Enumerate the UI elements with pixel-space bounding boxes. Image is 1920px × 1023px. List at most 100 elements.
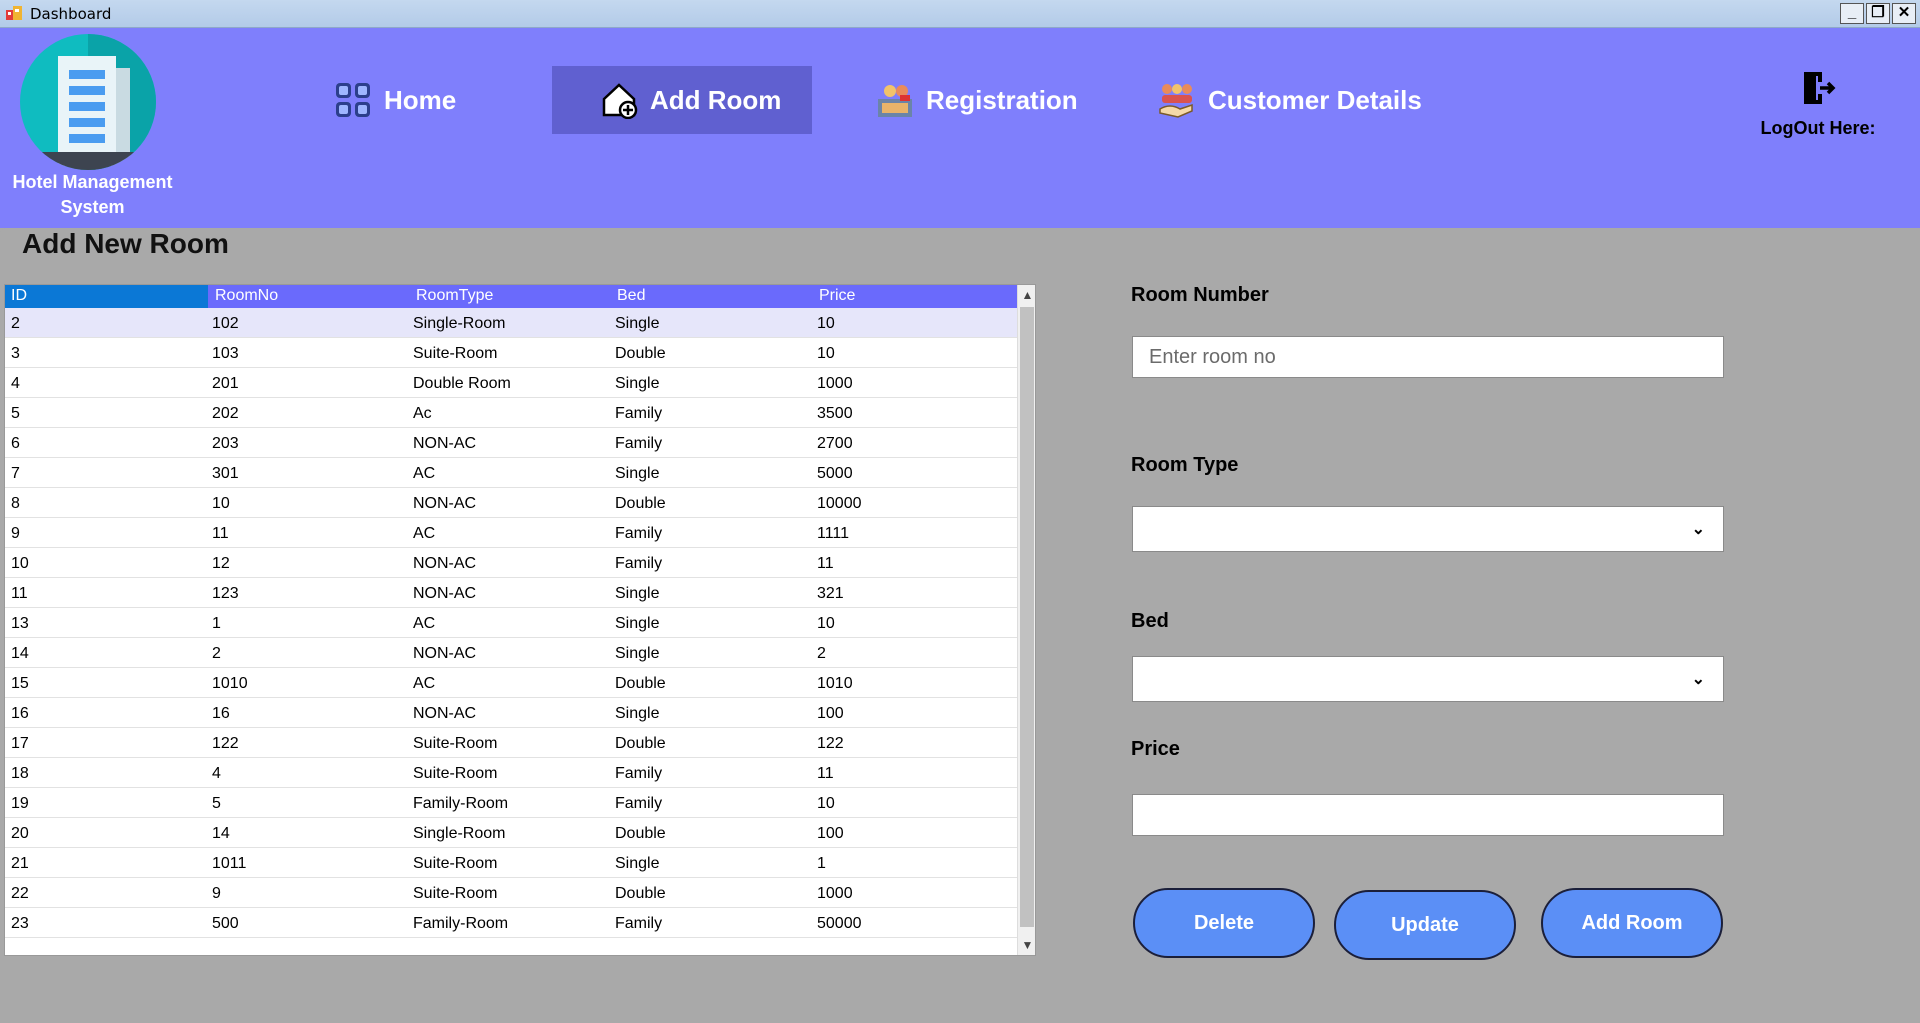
nav-home-label: Home <box>384 84 457 115</box>
chevron-down-icon: ⌄ <box>1691 671 1705 688</box>
logout-button[interactable]: LogOut Here: <box>1748 68 1888 139</box>
cell-id: 13 <box>11 615 29 632</box>
scroll-thumb[interactable] <box>1020 307 1034 927</box>
cell-roomno: 11 <box>212 525 229 542</box>
cell-bed: Single <box>615 855 660 872</box>
table-row[interactable]: 14 2 NON-AC Single 2 <box>5 638 1017 668</box>
nav-registration[interactable]: Registration <box>876 66 1078 134</box>
table-row[interactable]: 18 4 Suite-Room Family 11 <box>5 758 1017 788</box>
cell-id: 2 <box>11 315 20 332</box>
room-type-select[interactable]: ⌄ <box>1132 506 1724 552</box>
grid-scrollbar[interactable]: ▲ ▼ <box>1017 285 1035 955</box>
add-home-icon <box>602 83 638 119</box>
nav-customer-details[interactable]: Customer Details <box>1158 66 1422 134</box>
table-row[interactable]: 20 14 Single-Room Double 100 <box>5 818 1017 848</box>
cell-roomtype: AC <box>413 525 436 542</box>
table-row[interactable]: 19 5 Family-Room Family 10 <box>5 788 1017 818</box>
cell-roomtype: NON-AC <box>413 495 477 512</box>
nav-home[interactable]: Home <box>334 66 456 134</box>
cell-roomtype: NON-AC <box>413 585 477 602</box>
cell-bed: Family <box>615 555 663 572</box>
cell-bed: Single <box>615 465 660 482</box>
cell-id: 4 <box>11 375 20 392</box>
cell-bed: Double <box>615 885 666 902</box>
column-header-price[interactable]: Price <box>819 287 855 305</box>
minimize-button[interactable]: _ <box>1840 3 1864 24</box>
cell-roomno: 103 <box>212 345 239 362</box>
cell-roomno: 1011 <box>212 855 247 872</box>
cell-price: 321 <box>817 585 844 602</box>
cell-bed: Family <box>615 525 663 542</box>
cell-roomno: 5 <box>212 795 221 812</box>
cell-roomtype: NON-AC <box>413 705 477 722</box>
cell-roomno: 9 <box>212 885 221 902</box>
cell-bed: Family <box>615 915 663 932</box>
cell-price: 10 <box>817 315 835 332</box>
cell-bed: Single <box>615 615 660 632</box>
cell-bed: Single <box>615 315 660 332</box>
nav-add-room[interactable]: Add Room <box>552 66 812 134</box>
table-row[interactable]: 13 1 AC Single 10 <box>5 608 1017 638</box>
cell-id: 19 <box>11 795 29 812</box>
table-row[interactable]: 8 10 NON-AC Double 10000 <box>5 488 1017 518</box>
table-row[interactable]: 15 1010 AC Double 1010 <box>5 668 1017 698</box>
cell-roomtype: AC <box>413 615 436 632</box>
header-bar: Hotel Management System Home Add Room Re… <box>0 28 1920 228</box>
cell-bed: Single <box>615 705 660 722</box>
table-row[interactable]: 9 11 AC Family 1111 <box>5 518 1017 548</box>
column-header-roomtype[interactable]: RoomType <box>416 287 493 305</box>
table-row[interactable]: 3 103 Suite-Room Double 10 <box>5 338 1017 368</box>
table-row[interactable]: 21 1011 Suite-Room Single 1 <box>5 848 1017 878</box>
price-input[interactable] <box>1132 794 1724 836</box>
cell-roomtype: NON-AC <box>413 645 477 662</box>
add-room-button[interactable]: Add Room <box>1541 888 1723 958</box>
table-row[interactable]: 2 102 Single-Room Single 10 <box>5 308 1017 338</box>
cell-roomno: 10 <box>212 495 230 512</box>
column-header-id[interactable]: ID <box>5 285 208 308</box>
cell-id: 3 <box>11 345 20 362</box>
nav-customer-details-label: Customer Details <box>1208 84 1422 115</box>
cell-id: 5 <box>11 405 20 422</box>
scroll-up-icon[interactable]: ▲ <box>1018 285 1035 305</box>
table-row[interactable]: 10 12 NON-AC Family 11 <box>5 548 1017 578</box>
cell-roomtype: NON-AC <box>413 435 477 452</box>
cell-roomno: 16 <box>212 705 230 722</box>
table-row[interactable]: 5 202 Ac Family 3500 <box>5 398 1017 428</box>
page-title: Add New Room <box>22 228 229 259</box>
column-header-bed[interactable]: Bed <box>617 287 645 305</box>
maximize-button[interactable]: ❐ <box>1866 3 1890 24</box>
close-button[interactable]: ✕ <box>1892 3 1916 24</box>
room-number-input[interactable] <box>1132 336 1724 378</box>
cell-price: 1000 <box>817 375 853 392</box>
cell-bed: Double <box>615 735 666 752</box>
scroll-down-icon[interactable]: ▼ <box>1018 935 1035 955</box>
column-header-roomno[interactable]: RoomNo <box>215 287 278 305</box>
bed-select[interactable]: ⌄ <box>1132 656 1724 702</box>
table-row[interactable]: 22 9 Suite-Room Double 1000 <box>5 878 1017 908</box>
table-row[interactable]: 11 123 NON-AC Single 321 <box>5 578 1017 608</box>
table-row[interactable]: 23 500 Family-Room Family 50000 <box>5 908 1017 938</box>
app-icon <box>6 6 22 20</box>
cell-price: 10 <box>817 795 835 812</box>
cell-price: 11 <box>817 765 834 782</box>
table-row[interactable]: 6 203 NON-AC Family 2700 <box>5 428 1017 458</box>
delete-button[interactable]: Delete <box>1133 888 1315 958</box>
cell-roomno: 2 <box>212 645 221 662</box>
cell-price: 1000 <box>817 885 853 902</box>
bed-label: Bed <box>1131 610 1169 632</box>
logout-label: LogOut Here: <box>1760 118 1876 138</box>
cell-price: 5000 <box>817 465 853 482</box>
cell-id: 16 <box>11 705 29 722</box>
table-row[interactable]: 17 122 Suite-Room Double 122 <box>5 728 1017 758</box>
table-row[interactable]: 7 301 AC Single 5000 <box>5 458 1017 488</box>
rooms-grid[interactable]: ID RoomNo RoomType Bed Price 2 102 Single-… <box>4 284 1036 956</box>
update-button[interactable]: Update <box>1334 890 1516 960</box>
cell-id: 18 <box>11 765 29 782</box>
cell-bed: Double <box>615 825 666 842</box>
cell-price: 122 <box>817 735 844 752</box>
table-row[interactable]: 4 201 Double Room Single 1000 <box>5 368 1017 398</box>
table-row[interactable]: 16 16 NON-AC Single 100 <box>5 698 1017 728</box>
cell-price: 10 <box>817 345 835 362</box>
cell-price: 1 <box>817 855 826 872</box>
cell-roomno: 1010 <box>212 675 248 692</box>
